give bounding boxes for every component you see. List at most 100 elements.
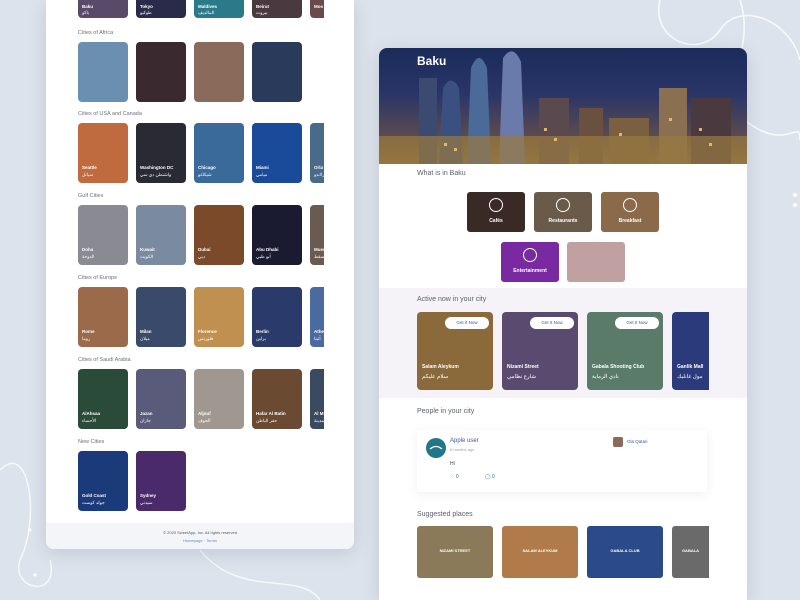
city-name: Doha [82, 247, 94, 252]
city-name: Sydney [140, 493, 157, 498]
city-card[interactable]: Aljouf الجوف [194, 369, 244, 429]
active-place-card[interactable]: Get It Now Gabala Shooting Club نادي الر… [587, 312, 663, 390]
city-card[interactable]: Jazan جازان [136, 369, 186, 429]
city-name: Abu Dhabi [256, 247, 279, 252]
city-card[interactable]: Gold Coast جولد كوست [78, 451, 128, 511]
city-name: Gold Coast [82, 493, 107, 498]
city-row: Doha الدوحة Kuwait الكويت Dubai دبي Abu Dhabi أ… [78, 205, 324, 265]
post-time: 6 months ago [450, 447, 475, 452]
section-title: Cities of Europe [78, 275, 118, 281]
city-card[interactable]: Hafar Al Batin حفر الباطن [252, 369, 302, 429]
city-name: Musc [314, 247, 324, 252]
city-card[interactable]: Abu Dhabi أبو ظبي [252, 205, 302, 265]
city-row: AlAhsaa الأحساء Jazan جازان Aljouf الجوف Hafar… [78, 369, 324, 429]
city-card[interactable]: Al M المدينة [310, 369, 324, 429]
city-name-arabic: واشنطن دي سي [140, 172, 172, 177]
heart-icon: ♡ [450, 474, 455, 480]
city-card[interactable]: Miami ميامي [252, 123, 302, 183]
suggested-title: Suggested places [417, 511, 473, 518]
city-card[interactable]: Florence فلورنس [194, 287, 244, 347]
comment-icon: ◯ [485, 474, 491, 480]
city-card[interactable]: Athe أثينا [310, 287, 324, 347]
city-row: Seattle سياتل Washington DC واشنطن دي سي Chi… [78, 123, 324, 183]
city-name-arabic: جولد كوست [82, 500, 105, 505]
city-card[interactable]: Washington DC واشنطن دي سي [136, 123, 186, 183]
city-name-arabic: مسقط [314, 254, 324, 259]
city-name: Chicago [198, 165, 216, 170]
city-card[interactable]: Kuwait الكويت [136, 205, 186, 265]
category-restaurants[interactable]: Restaurants [534, 192, 592, 232]
city-card[interactable]: Doha الدوحة [78, 205, 128, 265]
hero-image: Baku [379, 48, 747, 164]
city-card[interactable]: Rome روما [78, 287, 128, 347]
avatar-icon [429, 445, 443, 450]
copyright-text: © 2020 SweetApp, Inc. All rights reserve… [163, 530, 237, 535]
other-user-avatar[interactable] [613, 437, 623, 447]
like-button[interactable]: ♡ 0 [450, 474, 459, 480]
city-card[interactable] [194, 42, 244, 102]
city-card[interactable]: Milan ميلان [136, 287, 186, 347]
city-card[interactable]: Seattle سياتل [78, 123, 128, 183]
category-entertainment[interactable]: Entertainment [501, 242, 559, 282]
get-it-now-button[interactable]: Get It Now [530, 317, 574, 329]
left-footer: © 2020 SweetApp, Inc. All rights reserve… [46, 523, 354, 549]
city-name: Hafar Al Batin [256, 411, 286, 416]
footer-links[interactable]: Homepage · Terms [46, 538, 354, 543]
city-name-arabic: الدوحة [82, 254, 95, 259]
city-card[interactable] [78, 42, 128, 102]
category-breakfast[interactable]: Breakfast [601, 192, 659, 232]
section-title: Cities of Africa [78, 30, 114, 36]
avatar[interactable] [426, 438, 446, 458]
section-title: Cities of Saudi Arabia [78, 357, 131, 363]
city-card[interactable]: Berlin برلين [252, 287, 302, 347]
city-card[interactable]: Tokyo طوكيو [136, 0, 186, 18]
city-name: Seattle [82, 165, 97, 170]
city-name-arabic: المدينة [314, 418, 324, 423]
city-name: AlAhsaa [82, 411, 101, 416]
city-name: Washington DC [140, 165, 174, 170]
city-name: Milan [140, 329, 152, 334]
cities-panel: Baku باكو Tokyo طوكيو Maldives المالديف Bei… [46, 0, 354, 549]
city-card[interactable]: Baku باكو [78, 0, 128, 18]
city-card[interactable]: Chicago شيكاغو [194, 123, 244, 183]
active-place-card[interactable]: Get It Now Salam Aleykum سلام عليكم [417, 312, 493, 390]
city-name: Miami [256, 165, 269, 170]
city-name: Orla [314, 165, 324, 170]
active-now-title: Active now in your city [417, 296, 487, 303]
city-name-arabic: الأحساء [82, 418, 97, 423]
restaurant-icon [556, 198, 570, 212]
city-name-arabic: الجوف [198, 418, 211, 423]
city-card[interactable]: Maldives المالديف [194, 0, 244, 18]
comment-button[interactable]: ◯ 0 [485, 474, 495, 480]
city-row [78, 42, 302, 102]
city-card[interactable]: AlAhsaa الأحساء [78, 369, 128, 429]
suggested-place-card[interactable]: GABALA [672, 526, 709, 578]
city-card[interactable]: Mos [310, 0, 324, 18]
city-name-arabic: برلين [256, 336, 266, 341]
city-name-arabic: دبي [198, 254, 206, 259]
city-card[interactable]: Sydney سيدني [136, 451, 186, 511]
suggested-place-card[interactable]: SALAM ALEYKUM [502, 526, 578, 578]
get-it-now-button[interactable]: Get It Now [615, 317, 659, 329]
city-card[interactable]: Musc مسقط [310, 205, 324, 265]
city-name-arabic: ميامي [256, 172, 268, 177]
other-user-name[interactable]: Ola Qatari [627, 439, 648, 444]
suggested-place-card[interactable]: NIZAMI STREET [417, 526, 493, 578]
active-place-card[interactable]: Ganlik Mall مول غانليك [672, 312, 709, 390]
city-name-arabic: فلورنس [198, 336, 214, 341]
suggested-place-card[interactable]: GABALA CLUB [587, 526, 663, 578]
category-tile[interactable] [567, 242, 625, 282]
post-username[interactable]: Apple user [450, 438, 479, 444]
city-name: Dubai [198, 247, 211, 252]
city-card[interactable] [136, 42, 186, 102]
city-name-arabic: سياتل [82, 172, 94, 177]
city-card[interactable]: Orla أورلاندو [310, 123, 324, 183]
city-card[interactable] [252, 42, 302, 102]
get-it-now-button[interactable]: Get It Now [445, 317, 489, 329]
active-place-card[interactable]: Get It Now Nizami Street شارع نظامي [502, 312, 578, 390]
city-card[interactable]: Beirut بيروت [252, 0, 302, 18]
city-card[interactable]: Dubai دبي [194, 205, 244, 265]
city-name-arabic: أثينا [314, 336, 321, 341]
category-cafes[interactable]: Cafés [467, 192, 525, 232]
city-name-arabic: ميلان [140, 336, 150, 341]
